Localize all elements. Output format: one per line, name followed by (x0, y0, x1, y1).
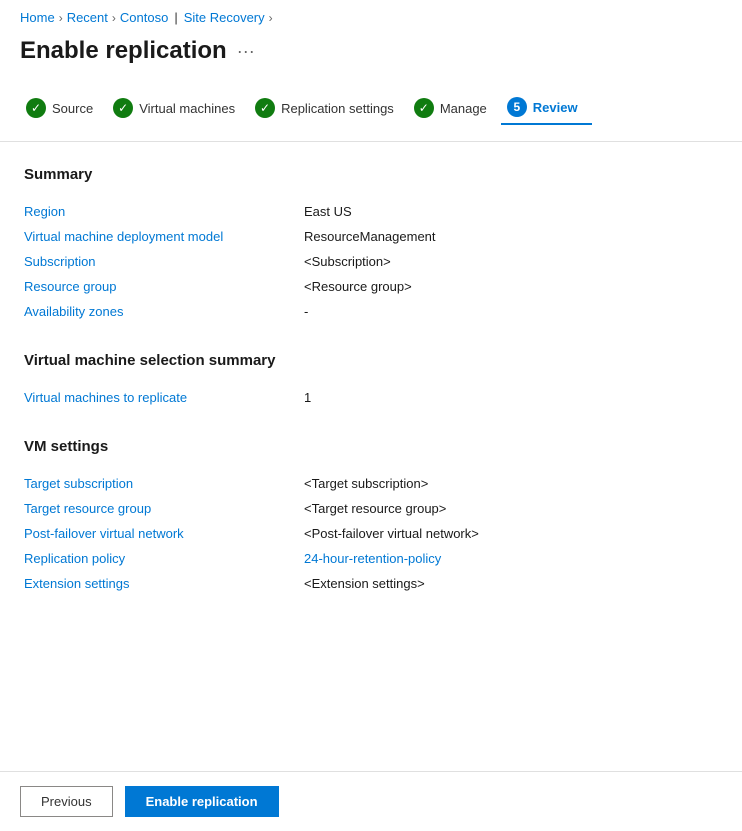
wizard-steps: ✓ Source ✓ Virtual machines ✓ Replicatio… (0, 81, 742, 142)
breadcrumb-contoso[interactable]: Contoso (120, 10, 168, 25)
vm-settings-row-target-subscription: Target subscription <Target subscription… (24, 471, 718, 496)
vm-settings-title: VM settings (24, 438, 718, 455)
summary-table: Region East US Virtual machine deploymen… (24, 199, 718, 324)
page-header: Enable replication ··· (0, 31, 742, 81)
vm-settings-row-post-failover-network: Post-failover virtual network <Post-fail… (24, 521, 718, 546)
vm-settings-label-extension-settings[interactable]: Extension settings (24, 576, 304, 591)
summary-row-subscription: Subscription <Subscription> (24, 249, 718, 274)
summary-value-subscription: <Subscription> (304, 254, 391, 269)
summary-row-resource-group: Resource group <Resource group> (24, 274, 718, 299)
summary-value-resource-group: <Resource group> (304, 279, 412, 294)
vm-settings-value-target-resource-group: <Target resource group> (304, 501, 446, 516)
summary-value-availability-zones: - (304, 304, 308, 319)
step-virtual-machines[interactable]: ✓ Virtual machines (107, 92, 249, 124)
vm-settings-row-target-resource-group: Target resource group <Target resource g… (24, 496, 718, 521)
vm-settings-label-post-failover-network[interactable]: Post-failover virtual network (24, 526, 304, 541)
vm-selection-table: Virtual machines to replicate 1 (24, 385, 718, 410)
vm-settings-label-target-subscription[interactable]: Target subscription (24, 476, 304, 491)
breadcrumb-site-recovery[interactable]: Site Recovery (184, 10, 265, 25)
previous-button[interactable]: Previous (20, 786, 113, 817)
page-title: Enable replication (20, 37, 227, 65)
breadcrumb-sep-2: › (112, 11, 116, 25)
summary-label-availability-zones[interactable]: Availability zones (24, 304, 304, 319)
breadcrumb-recent[interactable]: Recent (67, 10, 108, 25)
summary-row-availability-zones: Availability zones - (24, 299, 718, 324)
step-rep-check-icon: ✓ (255, 98, 275, 118)
vm-settings-row-replication-policy: Replication policy 24-hour-retention-pol… (24, 546, 718, 571)
step-source[interactable]: ✓ Source (20, 92, 107, 124)
vm-settings-label-replication-policy[interactable]: Replication policy (24, 551, 304, 566)
breadcrumb-sep-1: › (59, 11, 63, 25)
vm-selection-row-count: Virtual machines to replicate 1 (24, 385, 718, 410)
step-review-label: Review (533, 100, 578, 115)
step-vm-label: Virtual machines (139, 101, 235, 116)
breadcrumb-home[interactable]: Home (20, 10, 55, 25)
step-replication-settings[interactable]: ✓ Replication settings (249, 92, 408, 124)
vm-settings-value-post-failover-network: <Post-failover virtual network> (304, 526, 479, 541)
summary-value-region: East US (304, 204, 352, 219)
breadcrumb-sep-3: › (269, 11, 273, 25)
summary-row-deployment: Virtual machine deployment model Resourc… (24, 224, 718, 249)
vm-selection-value-count: 1 (304, 390, 311, 405)
footer: Previous Enable replication (0, 771, 742, 831)
summary-title: Summary (24, 166, 718, 183)
vm-settings-row-extension-settings: Extension settings <Extension settings> (24, 571, 718, 596)
more-options-icon[interactable]: ··· (237, 41, 255, 62)
vm-selection-title: Virtual machine selection summary (24, 352, 718, 369)
step-source-check-icon: ✓ (26, 98, 46, 118)
summary-label-resource-group[interactable]: Resource group (24, 279, 304, 294)
step-review[interactable]: 5 Review (501, 91, 592, 125)
vm-settings-label-target-resource-group[interactable]: Target resource group (24, 501, 304, 516)
vm-settings-value-replication-policy[interactable]: 24-hour-retention-policy (304, 551, 441, 566)
breadcrumb: Home › Recent › Contoso | Site Recovery … (0, 0, 742, 31)
enable-replication-button[interactable]: Enable replication (125, 786, 279, 817)
step-manage-check-icon: ✓ (414, 98, 434, 118)
summary-row-region: Region East US (24, 199, 718, 224)
vm-settings-table: Target subscription <Target subscription… (24, 471, 718, 596)
vm-settings-value-extension-settings: <Extension settings> (304, 576, 425, 591)
step-manage[interactable]: ✓ Manage (408, 92, 501, 124)
step-vm-check-icon: ✓ (113, 98, 133, 118)
vm-selection-label-count[interactable]: Virtual machines to replicate (24, 390, 304, 405)
main-content: Summary Region East US Virtual machine d… (0, 166, 742, 596)
step-rep-label: Replication settings (281, 101, 394, 116)
step-source-label: Source (52, 101, 93, 116)
summary-value-deployment: ResourceManagement (304, 229, 436, 244)
vm-settings-value-target-subscription: <Target subscription> (304, 476, 428, 491)
summary-label-deployment[interactable]: Virtual machine deployment model (24, 229, 304, 244)
step-manage-label: Manage (440, 101, 487, 116)
summary-label-region[interactable]: Region (24, 204, 304, 219)
step-review-number-icon: 5 (507, 97, 527, 117)
summary-label-subscription[interactable]: Subscription (24, 254, 304, 269)
breadcrumb-pipe: | (174, 10, 177, 25)
